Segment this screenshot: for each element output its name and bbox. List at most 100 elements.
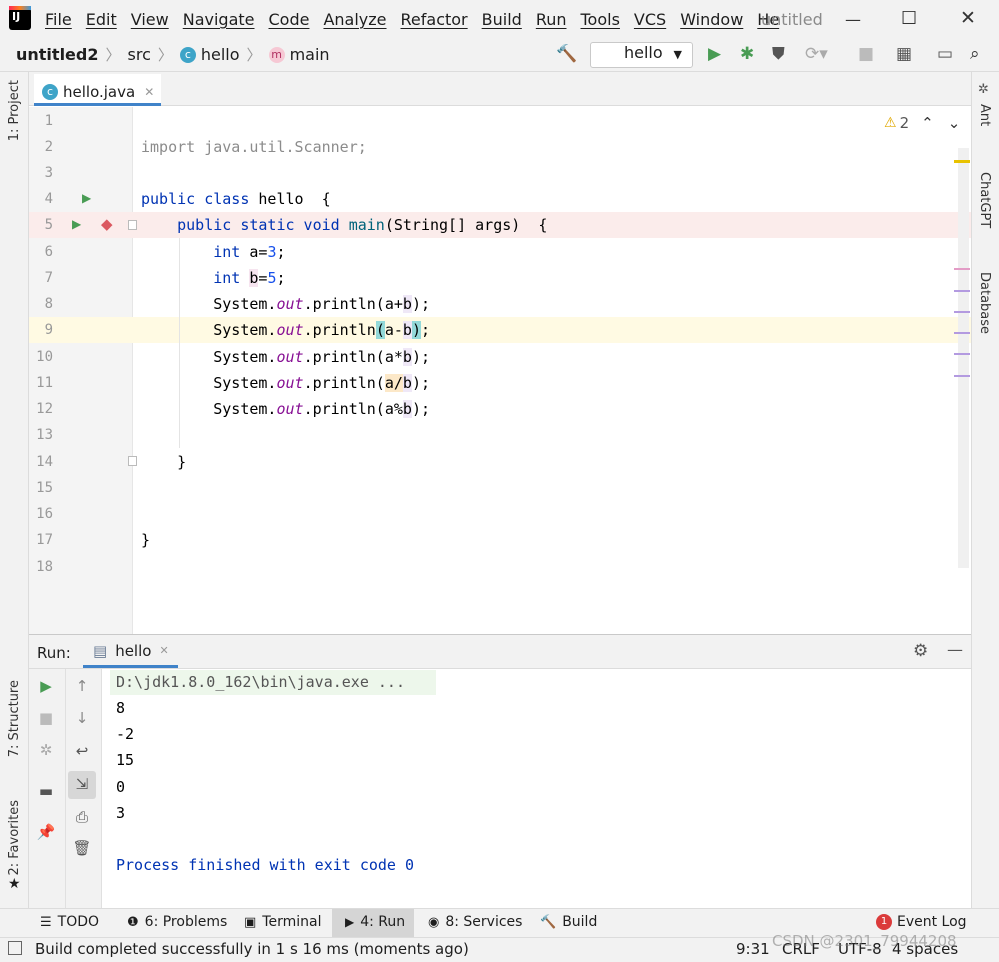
run-tab-label: hello: [115, 641, 152, 660]
todo-tab[interactable]: ☰ TODO: [40, 914, 99, 930]
build-tab[interactable]: 🔨 Build: [540, 914, 597, 930]
breadcrumb-method[interactable]: main: [290, 45, 330, 64]
usage-marker[interactable]: [954, 375, 970, 377]
problems-tab[interactable]: ❶ 6: Problems: [127, 914, 227, 930]
breadcrumb-class[interactable]: hello: [201, 45, 240, 64]
menu-tools[interactable]: Tools: [581, 10, 620, 29]
line-number: 15: [36, 480, 53, 496]
hide-panel-icon[interactable]: —: [947, 640, 963, 659]
editor-scrollbar[interactable]: [958, 148, 969, 568]
structure-tool-button[interactable]: 7: Structure: [7, 680, 22, 757]
search-icon[interactable]: ⌕: [970, 44, 980, 64]
usage-marker[interactable]: [954, 332, 970, 334]
services-icon: ◉: [428, 914, 440, 930]
breadcrumb: untitled2 〉 src 〉 c hello 〉 m main: [16, 44, 330, 65]
run-gutter-icon[interactable]: ▶: [72, 217, 81, 231]
menu-navigate[interactable]: Navigate: [183, 10, 255, 29]
usage-marker[interactable]: [954, 268, 970, 270]
run-tab-hello[interactable]: ▤ hello ✕: [83, 636, 178, 668]
build-label: Build: [562, 914, 598, 930]
line-number: 11: [36, 375, 53, 391]
close-tab-icon[interactable]: ✕: [144, 85, 154, 99]
services-tab[interactable]: ◉ 8: Services: [428, 914, 522, 930]
menu-edit[interactable]: Edit: [86, 10, 117, 29]
previous-highlight-icon[interactable]: ⌃: [921, 114, 934, 132]
build-hammer-icon[interactable]: 🔨: [556, 44, 577, 64]
minimize-icon[interactable]: —: [845, 10, 861, 29]
pin-icon[interactable]: 📌: [36, 823, 56, 843]
caret-position[interactable]: 9:31: [736, 940, 770, 958]
project-tool-button[interactable]: 1: Project: [7, 80, 22, 141]
inspection-widget[interactable]: ⚠ 2 ⌃ ⌄: [884, 114, 960, 132]
debug-icon[interactable]: ✱: [740, 44, 754, 64]
line-number: 1: [44, 113, 53, 129]
todo-label: TODO: [57, 914, 100, 930]
down-arrow-icon[interactable]: ↓: [72, 709, 92, 729]
warning-marker[interactable]: [954, 160, 970, 163]
scroll-to-end-icon[interactable]: ⇲: [68, 771, 96, 799]
stop-icon[interactable]: ■: [36, 709, 56, 729]
menu-run[interactable]: Run: [536, 10, 567, 29]
toggle-tool-windows-icon[interactable]: [8, 941, 22, 955]
up-arrow-icon[interactable]: ↑: [72, 677, 92, 697]
menu-file[interactable]: File: [45, 10, 72, 29]
menu-view[interactable]: View: [131, 10, 169, 29]
list-icon: ☰: [40, 914, 52, 930]
event-log-tab[interactable]: 1 Event Log: [876, 914, 967, 930]
usage-marker[interactable]: [954, 311, 970, 313]
toggle-layout-icon[interactable]: ▭: [937, 44, 953, 64]
menu-refactor[interactable]: Refactor: [401, 10, 468, 29]
chevron-right-icon: 〉: [246, 46, 262, 64]
menu-window[interactable]: Window: [680, 10, 743, 29]
console-icon: ▤: [93, 641, 108, 660]
menu-bar: File Edit View Navigate Code Analyze Ref…: [45, 0, 793, 38]
line-number: 9: [44, 322, 53, 338]
line-number: 13: [36, 427, 53, 443]
ant-tool-button[interactable]: Ant: [977, 104, 992, 126]
next-highlight-icon[interactable]: ⌄: [948, 114, 961, 132]
menu-code[interactable]: Code: [269, 10, 310, 29]
menu-build[interactable]: Build: [482, 10, 522, 29]
print-icon[interactable]: ⎙: [72, 808, 92, 828]
close-icon[interactable]: ✕: [960, 7, 976, 29]
terminal-tab[interactable]: ▣ Terminal: [244, 914, 321, 930]
breakpoint-icon[interactable]: ◆: [101, 215, 113, 233]
event-log-label: Event Log: [897, 914, 967, 930]
run-gutter-icon[interactable]: ▶: [82, 191, 91, 205]
project-structure-icon[interactable]: ▦: [896, 44, 912, 64]
coverage-icon[interactable]: ⛊: [772, 44, 785, 64]
trash-icon[interactable]: 🗑: [72, 839, 92, 859]
ant-icon: ✲: [978, 82, 989, 97]
settings-gear-icon[interactable]: ⚙: [913, 641, 928, 661]
line-number: 17: [36, 532, 53, 548]
rerun-icon[interactable]: ▶: [36, 677, 56, 697]
problems-icon: ❶: [127, 914, 139, 930]
editor-tab-hello-java[interactable]: c hello.java ✕: [34, 74, 161, 106]
chatgpt-tool-button[interactable]: ChatGPT: [977, 172, 992, 228]
restore-layout-icon[interactable]: ✲: [36, 741, 56, 761]
menu-analyze[interactable]: Analyze: [323, 10, 386, 29]
run-icon[interactable]: ▶: [708, 44, 721, 64]
hammer-icon: 🔨: [540, 914, 557, 930]
usage-marker[interactable]: [954, 353, 970, 355]
run-config-select[interactable]: hello ▼: [590, 42, 693, 68]
run-bottom-tab[interactable]: ▶ 4: Run: [345, 914, 405, 930]
line-number: 14: [36, 454, 53, 470]
soft-wrap-icon[interactable]: ↩: [72, 742, 92, 762]
fold-icon[interactable]: [128, 456, 137, 466]
stop-icon[interactable]: ■: [858, 44, 874, 64]
close-tab-icon[interactable]: ✕: [159, 644, 168, 657]
usage-marker[interactable]: [954, 290, 970, 292]
breadcrumb-src[interactable]: src: [128, 45, 151, 64]
breadcrumb-project[interactable]: untitled2: [16, 45, 98, 64]
csdn-watermark: CSDN @2301_79944208: [772, 932, 957, 950]
maximize-icon[interactable]: ☐: [901, 8, 917, 29]
editor-gutter: [29, 107, 133, 634]
menu-vcs[interactable]: VCS: [634, 10, 666, 29]
code-editor[interactable]: [133, 107, 971, 634]
favorites-tool-button[interactable]: 2: Favorites: [7, 800, 22, 876]
fold-icon[interactable]: [128, 220, 137, 230]
profile-icon[interactable]: ⟳▾: [805, 44, 828, 64]
layout-icon[interactable]: ▬: [36, 782, 56, 802]
database-tool-button[interactable]: Database: [977, 272, 992, 334]
